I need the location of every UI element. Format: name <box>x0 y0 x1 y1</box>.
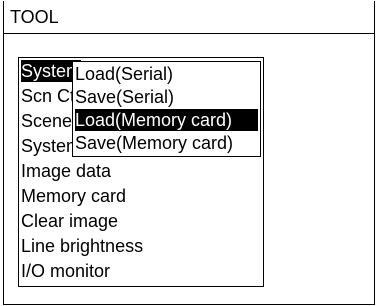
submenu-item-save-memory-card[interactable]: Save(Memory card) <box>75 132 258 154</box>
menu-item-image-data[interactable]: Image data <box>21 160 111 182</box>
window-title: TOOL <box>10 7 59 27</box>
submenu-item-load-memory-card[interactable]: Load(Memory card) <box>75 109 258 131</box>
submenu-item-save-serial[interactable]: Save(Serial) <box>75 86 258 108</box>
submenu-item-load-serial[interactable]: Load(Serial) <box>75 63 258 85</box>
menu-item-clear-image[interactable]: Clear image <box>21 210 118 232</box>
menu-item-memory-card[interactable]: Memory card <box>21 185 126 207</box>
system-submenu: Load(Serial) Save(Serial) Load(Memory ca… <box>72 61 261 157</box>
menu-item-io-monitor[interactable]: I/O monitor <box>21 260 110 282</box>
title-divider <box>3 33 375 34</box>
menu-item-line-brightness[interactable]: Line brightness <box>21 235 143 257</box>
menu-item-scene[interactable]: Scene <box>21 110 72 132</box>
